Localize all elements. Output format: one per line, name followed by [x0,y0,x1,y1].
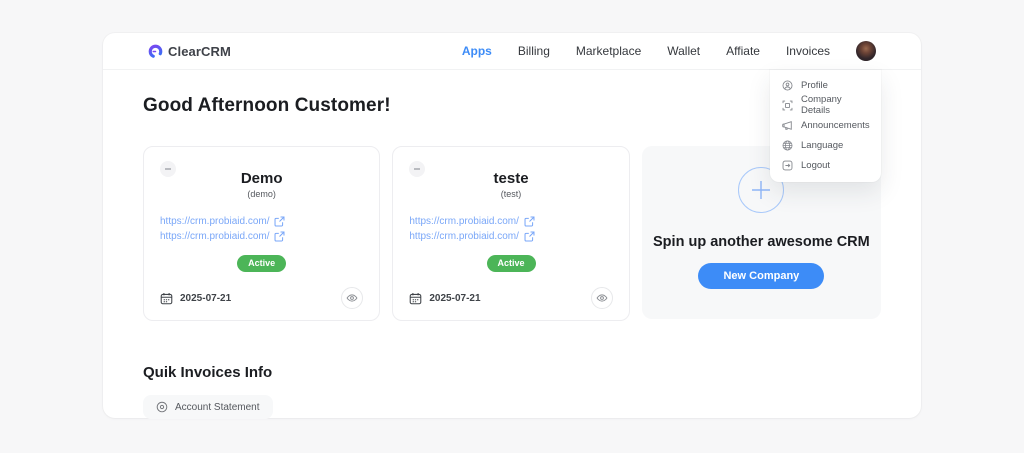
menu-item-language[interactable]: Language [770,135,881,155]
user-circle-icon [782,80,793,90]
user-avatar[interactable] [856,41,876,61]
company-card-demo: Demo (demo) https://crm.probiaid.com/ ht… [143,146,381,321]
brand-name: ClearCRM [168,43,231,59]
company-title: Demo [240,170,283,187]
status-badge: Active [237,255,287,272]
main-nav: Apps Billing Marketplace Wallet Affiate … [462,41,876,61]
company-url-link[interactable]: https://crm.probiaid.com/ [409,229,612,244]
clearcrm-logo-icon [148,44,163,58]
menu-item-label: Profile [801,79,828,91]
menu-item-company-details[interactable]: Company Details [770,94,881,116]
globe-icon [782,140,793,150]
menu-item-label: Language [801,139,844,151]
calendar-icon [410,292,422,304]
view-company-button[interactable] [590,287,613,309]
external-link-icon [524,231,535,242]
company-subtitle: (demo) [247,189,276,199]
nav-item-affiate[interactable]: Affiate [726,44,760,58]
nav-item-marketplace[interactable]: Marketplace [576,44,641,58]
company-url-text: https://crm.probiaid.com/ [409,216,519,227]
header: ClearCRM Apps Billing Marketplace Wallet… [103,33,921,70]
new-company-message: Spin up another awesome CRM [653,234,870,250]
menu-item-logout[interactable]: Logout [770,155,881,175]
menu-item-label: Logout [801,159,831,171]
external-link-icon [275,216,285,227]
menu-item-profile[interactable]: Profile [770,75,881,95]
card-date-text: 2025-07-21 [180,292,232,304]
nav-item-billing[interactable]: Billing [518,44,550,58]
calendar-icon [160,292,173,304]
company-url-link[interactable]: https://crm.probiaid.com/ [409,214,612,229]
view-company-button[interactable] [341,287,364,309]
nav-item-apps[interactable]: Apps [462,44,492,58]
eye-icon [156,401,168,413]
menu-item-label: Announcements [801,119,870,131]
external-link-icon [524,216,535,227]
status-badge: Active [486,255,536,272]
card-date: 2025-07-21 [409,292,481,305]
company-url-link[interactable]: https://crm.probiaid.com/ [160,229,363,244]
company-url-text: https://crm.probiaid.com/ [160,231,270,242]
card-date: 2025-07-21 [160,292,231,305]
menu-item-announcements[interactable]: Announcements [770,115,881,135]
megaphone-icon [782,120,792,130]
company-subtitle: (test) [500,189,522,199]
card-date-text: 2025-07-21 [429,292,481,304]
account-statement-label: Account Statement [175,401,260,413]
eye-icon [346,294,358,302]
nav-item-invoices[interactable]: Invoices [786,44,830,58]
eye-icon [596,294,608,302]
company-url-text: https://crm.probiaid.com/ [160,216,270,227]
company-links: https://crm.probiaid.com/ https://crm.pr… [160,214,363,244]
invoices-section-title: Quik Invoices Info [143,364,273,381]
account-statement-button[interactable]: Account Statement [143,395,273,419]
company-scan-icon [782,100,793,110]
nav-item-wallet[interactable]: Wallet [667,44,700,58]
brand-logo: ClearCRM [148,44,231,59]
card-footer: 2025-07-21 [409,287,613,309]
new-company-button[interactable]: New Company [698,263,825,289]
app-container: ClearCRM Apps Billing Marketplace Wallet… [103,33,921,419]
invoices-section: Quik Invoices Info Account Statement [143,364,881,419]
card-footer: 2025-07-21 [160,287,364,309]
company-logo-placeholder-icon [160,161,176,177]
user-dropdown-menu: Profile Company Details Announcements La… [770,70,881,182]
company-card-teste: teste (test) https://crm.probiaid.com/ h… [392,146,630,321]
menu-item-label: Company Details [801,94,842,116]
company-title: teste [493,170,529,187]
status-row: Active [409,253,612,272]
company-url-link[interactable]: https://crm.probiaid.com/ [160,214,363,229]
company-links: https://crm.probiaid.com/ https://crm.pr… [409,214,612,244]
external-link-icon [275,231,285,242]
plus-icon [752,181,771,199]
logout-icon [782,160,793,170]
status-row: Active [160,253,363,272]
company-url-text: https://crm.probiaid.com/ [409,231,519,242]
